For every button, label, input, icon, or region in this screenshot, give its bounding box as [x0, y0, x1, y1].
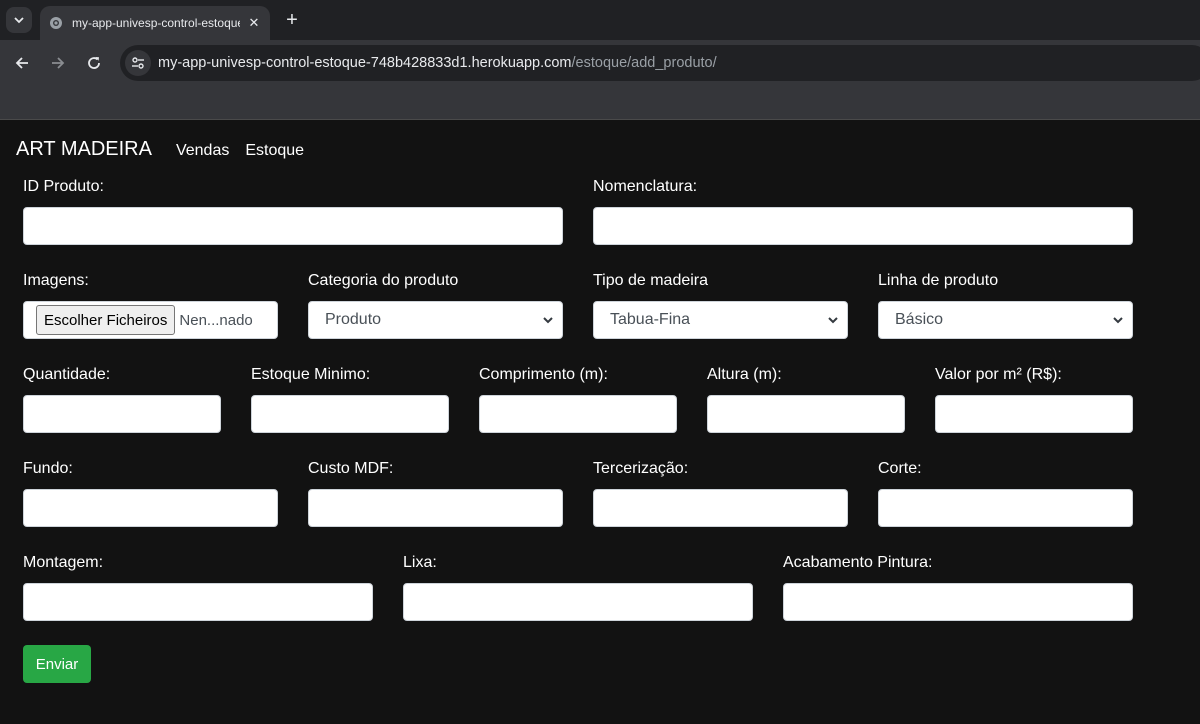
nav-link-estoque[interactable]: Estoque	[245, 142, 304, 160]
linha-select[interactable]: Básico	[878, 301, 1133, 339]
brand-link[interactable]: ART MADEIRA	[16, 138, 152, 161]
altura-input[interactable]	[707, 395, 905, 433]
estoque-minimo-input[interactable]	[251, 395, 449, 433]
address-bar[interactable]: my-app-univesp-control-estoque-748b42883…	[120, 45, 1200, 81]
tercerizacao-label: Tercerização:	[593, 460, 689, 477]
submit-button[interactable]: Enviar	[23, 645, 91, 683]
browser-tab[interactable]: my-app-univesp-control-estoque ✕	[40, 6, 270, 40]
fundo-label: Fundo:	[23, 460, 73, 477]
nomenclatura-label: Nomenclatura:	[593, 178, 698, 195]
lixa-label: Lixa:	[403, 554, 437, 571]
imagens-label: Imagens:	[23, 272, 89, 289]
browser-toolbar: my-app-univesp-control-estoque-748b42883…	[0, 40, 1200, 86]
comprimento-label: Comprimento (m):	[479, 366, 608, 383]
categoria-select[interactable]: Produto	[308, 301, 563, 339]
url-text: my-app-univesp-control-estoque-748b42883…	[158, 55, 717, 71]
valor-m2-input[interactable]	[935, 395, 1133, 433]
comprimento-input[interactable]	[479, 395, 677, 433]
id-produto-input[interactable]	[23, 207, 563, 245]
categoria-label: Categoria do produto	[308, 272, 459, 289]
valor-m2-label: Valor por m² (R$):	[935, 366, 1062, 383]
choose-files-button[interactable]: Escolher Ficheiros	[36, 305, 176, 335]
url-host: my-app-univesp-control-estoque-748b42883…	[158, 55, 572, 71]
id-produto-label: ID Produto:	[23, 178, 104, 195]
montagem-input[interactable]	[23, 583, 373, 621]
file-status: Nen...nado	[179, 311, 253, 329]
linha-selected: Básico	[895, 311, 944, 328]
tipo-madeira-label: Tipo de madeira	[593, 272, 709, 289]
altura-label: Altura (m):	[707, 366, 782, 383]
acabamento-label: Acabamento Pintura:	[783, 554, 933, 571]
categoria-selected: Produto	[325, 311, 382, 328]
arrow-right-icon[interactable]	[44, 49, 72, 77]
reload-icon[interactable]	[80, 49, 108, 77]
quantidade-label: Quantidade:	[23, 366, 111, 383]
chevron-down-icon	[1113, 317, 1123, 324]
corte-label: Corte:	[878, 460, 922, 477]
plus-icon[interactable]: +	[280, 8, 304, 32]
bookmarks-bar	[0, 86, 1200, 120]
url-path: /estoque/add_produto/	[571, 55, 717, 71]
estoque-minimo-label: Estoque Minimo:	[251, 366, 371, 383]
globe-icon	[48, 15, 64, 31]
arrow-left-icon[interactable]	[8, 49, 36, 77]
custo-mdf-label: Custo MDF:	[308, 460, 394, 477]
fundo-input[interactable]	[23, 489, 278, 527]
corte-input[interactable]	[878, 489, 1133, 527]
browser-tab-bar: my-app-univesp-control-estoque ✕ +	[0, 0, 1200, 40]
tipo-madeira-select[interactable]: Tabua-Fina	[593, 301, 848, 339]
linha-label: Linha de produto	[878, 272, 999, 289]
tab-title: my-app-univesp-control-estoque	[72, 16, 240, 30]
tune-icon[interactable]	[125, 50, 151, 76]
chevron-down-icon	[828, 317, 838, 324]
navbar: ART MADEIRA Vendas Estoque	[16, 138, 304, 161]
custo-mdf-input[interactable]	[308, 489, 563, 527]
lixa-input[interactable]	[403, 583, 753, 621]
tercerizacao-input[interactable]	[593, 489, 848, 527]
page-content: ART MADEIRA Vendas Estoque ID Produto: N…	[0, 120, 1200, 724]
tipo-madeira-selected: Tabua-Fina	[610, 311, 691, 328]
nomenclatura-input[interactable]	[593, 207, 1133, 245]
imagens-file-input[interactable]: Escolher Ficheiros Nen...nado	[23, 301, 278, 339]
acabamento-input[interactable]	[783, 583, 1133, 621]
chevron-down-icon	[543, 317, 553, 324]
montagem-label: Montagem:	[23, 554, 104, 571]
nav-link-vendas[interactable]: Vendas	[176, 142, 229, 160]
chevron-down-icon	[14, 17, 24, 24]
close-icon[interactable]: ✕	[246, 15, 262, 31]
tab-list-button[interactable]	[6, 7, 32, 33]
quantidade-input[interactable]	[23, 395, 221, 433]
